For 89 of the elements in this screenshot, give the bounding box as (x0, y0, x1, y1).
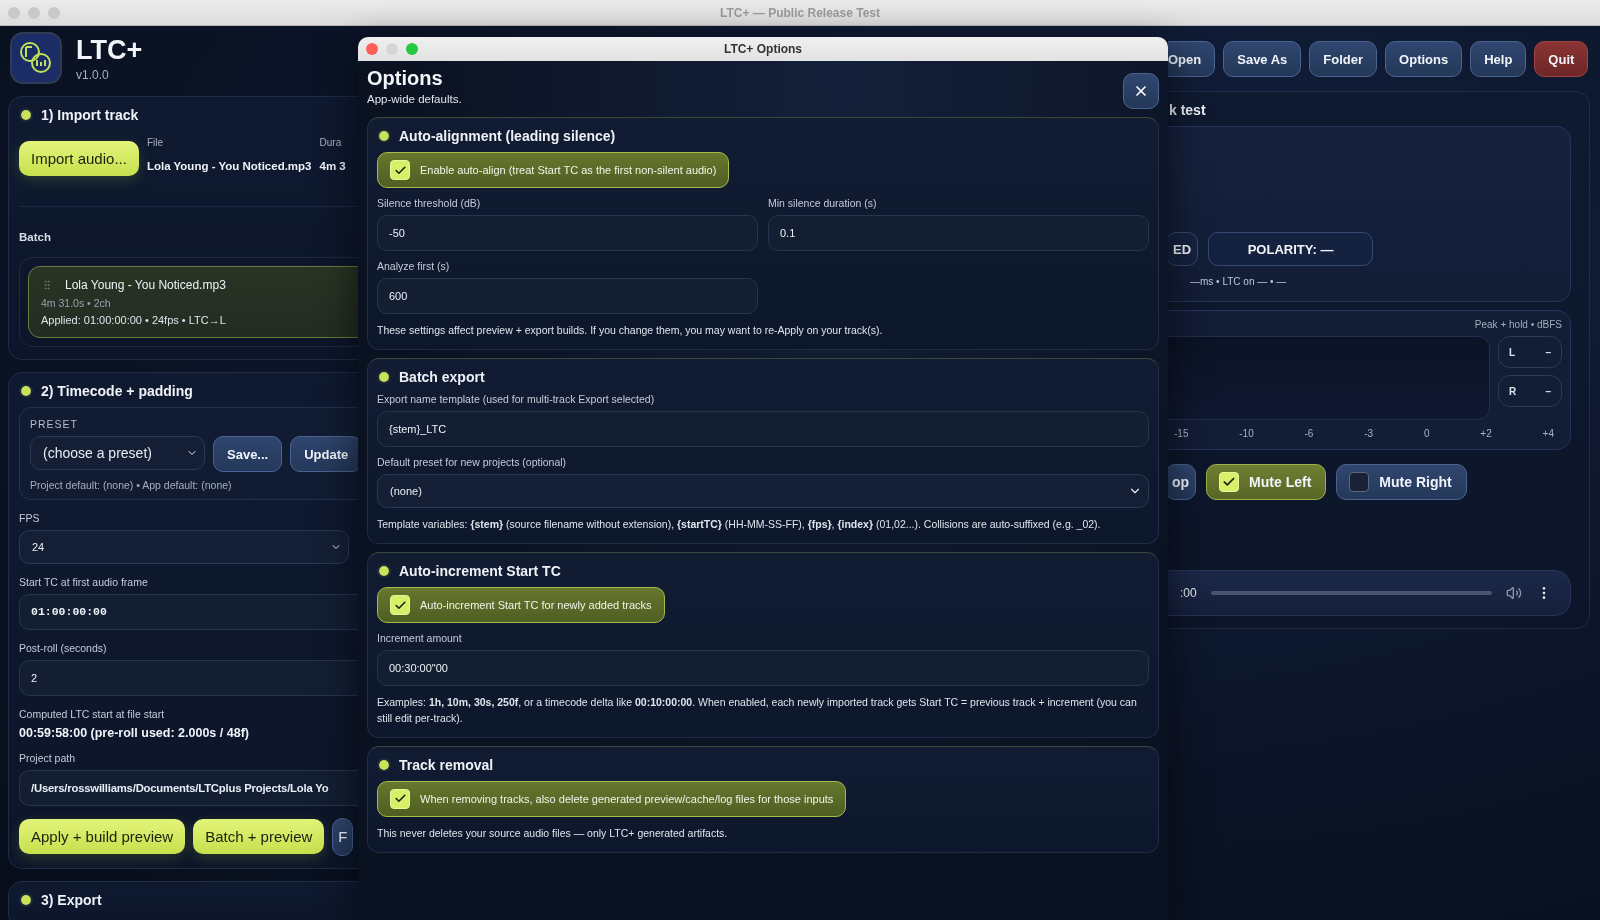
toolbar-button[interactable]: Options (1385, 41, 1463, 77)
field-label: Default preset for new projects (optional) (377, 456, 568, 469)
help-text: These settings affect preview + export builds. If you change them, you may want to re-Apply on your track(s). (377, 323, 884, 338)
action-button[interactable]: F (332, 817, 354, 856)
help-text: Template variables: {stem} (source filename without extension), {startTC} (HH-MM-SS-FF), {fps}, {index} (01,02...). Collisions are auto-suffixed (e.g. _02). (377, 517, 1102, 533)
track-meta: 4m 31.0s • 2ch (41, 297, 112, 309)
playback-button[interactable]: op (1168, 464, 1197, 500)
section-title: Auto-alignment (leading silence) (399, 128, 616, 144)
column-value: 4m 3 (319, 160, 346, 172)
help-text: This never deletes your source audio files — only LTC+ generated artifacts. (377, 825, 729, 841)
track-applied: Applied: 01:00:00:00 • 24fps • LTC→L (41, 314, 227, 326)
section-title: Auto-increment Start TC (399, 563, 561, 580)
scale-tick: -15 (1174, 428, 1189, 439)
input-field[interactable]: -50 (377, 215, 758, 251)
window-title: LTC+ — Public Release Test (719, 5, 881, 20)
preset-select[interactable]: (choose a preset) (30, 436, 205, 470)
scale-tick: +4 (1542, 428, 1554, 439)
checkbox-label: When removing tracks, also delete generated preview/cache/log files for those inputs (420, 792, 834, 805)
help-text: Examples: 1h, 10m, 30s, 250f, or a timecode delta like 00:10:00:00. When enabled, each newly imported track gets Start TC = previous track + increment (you can still edit per-track). (377, 695, 1138, 726)
status-text: —ms • LTC on — • — (1190, 276, 1288, 287)
field-label: Computed LTC start at file start (19, 707, 166, 720)
scale-tick: -10 (1239, 428, 1254, 439)
channel-name: L (1509, 346, 1516, 358)
dialog-window-title: LTC+ Options (722, 42, 804, 56)
input-field[interactable]: 00:30:00"00 (377, 650, 1149, 687)
mute-toggle[interactable]: Mute Right (1336, 464, 1467, 500)
batch-item[interactable]: Lola Young - You Noticed.mp3 4m 31.0s • 2ch Applied: 01:00:00:00 • 24fps • LTC→L (28, 266, 358, 338)
action-button[interactable]: Batch + preview (193, 819, 325, 855)
checkbox-option[interactable]: Enable auto-align (treat Start TC as the first non-silent audio) (377, 152, 730, 188)
input-field[interactable]: 0.1 (768, 215, 1149, 251)
panel-title: 2) Timecode + padding (41, 383, 193, 399)
field-label: Analyze first (s) (377, 260, 451, 272)
checkbox-option[interactable]: When removing tracks, also delete generated preview/cache/log files for those inputs (377, 780, 847, 817)
toolbar-button[interactable]: Open (1168, 41, 1216, 77)
computed-start: 00:59:58:00 (pre-roll used: 2.000s / 48f) (19, 725, 250, 740)
toolbar-button[interactable]: Help (1470, 41, 1527, 77)
dialog-subtitle: App-wide defaults. (367, 93, 462, 105)
checkbox-option[interactable]: Auto-increment Start TC for newly added tracks (377, 587, 665, 624)
field-label: Project path (19, 751, 77, 764)
field-label: Start TC at first audio frame (19, 575, 149, 588)
meter-caption: Peak + hold • dBFS (1473, 319, 1562, 330)
result-badge: ED (1168, 232, 1199, 266)
select-field[interactable]: (none) (377, 474, 1149, 509)
input-field[interactable]: 2 (19, 659, 358, 696)
action-button[interactable]: Apply + build preview (19, 819, 186, 855)
field-label: Silence threshold (dB) (377, 197, 482, 209)
scale-tick: -3 (1364, 428, 1374, 439)
field-label: Min silence duration (s) (768, 197, 878, 209)
field-label: Increment amount (377, 632, 463, 645)
column-label: File (146, 137, 164, 148)
preset-button[interactable]: Update (290, 436, 358, 472)
toolbar-button[interactable]: Folder (1309, 41, 1378, 77)
fps-select[interactable]: 24 (19, 529, 349, 564)
import-audio-button[interactable]: Import audio... (19, 141, 139, 176)
checkbox-label: Auto-increment Start TC for newly added tracks (420, 599, 652, 612)
section-label: Batch (19, 231, 52, 243)
input-field[interactable]: 01:00:00:00 (19, 593, 358, 630)
preset-note: Project default: (none) • App default: (none) (30, 478, 233, 493)
scale-tick: 0 (1423, 428, 1430, 439)
app-version: v1.0.0 (76, 67, 110, 82)
channel-reading: – (1545, 346, 1551, 358)
section-title: Batch export (399, 369, 485, 386)
panel-title: k test (1169, 102, 1206, 118)
checkbox-label: Enable auto-align (treat Start TC as the first non-silent audio) (420, 164, 717, 176)
field-label: FPS (19, 511, 41, 524)
section-title: Track removal (399, 756, 494, 773)
toolbar-button[interactable]: Quit (1534, 41, 1589, 77)
mute-toggle[interactable]: Mute Left (1206, 464, 1327, 500)
preset-button[interactable]: Save... (213, 436, 283, 472)
result-badge: POLARITY: — (1208, 232, 1374, 266)
toolbar-button[interactable]: Save As (1223, 41, 1302, 77)
channel-name: R (1509, 385, 1517, 397)
scale-tick: +2 (1480, 428, 1492, 439)
dialog-heading: Options (367, 67, 444, 90)
player-time: :00 (1180, 586, 1197, 600)
field-label: Post-roll (seconds) (19, 641, 108, 654)
scale-tick: -6 (1304, 428, 1314, 439)
input-field[interactable]: {stem}_LTC (377, 411, 1149, 448)
column-label: Dura (319, 137, 343, 148)
channel-reading: – (1545, 385, 1551, 397)
field-label: Export name template (used for multi-track Export selected) (377, 393, 656, 406)
preset-label: PRESET (30, 418, 79, 430)
track-name: Lola Young - You Noticed.mp3 (65, 278, 226, 292)
input-field[interactable]: 600 (377, 278, 758, 314)
project-path-field[interactable]: /Users/rosswilliams/Documents/LTCplus Projects/Lola Yo (19, 769, 358, 806)
column-value: Lola Young - You Noticed.mp3 (146, 160, 312, 172)
app-name: LTC+ (76, 34, 143, 66)
panel-title: 3) Export (41, 891, 102, 908)
panel-title: 1) Import track (41, 107, 139, 123)
